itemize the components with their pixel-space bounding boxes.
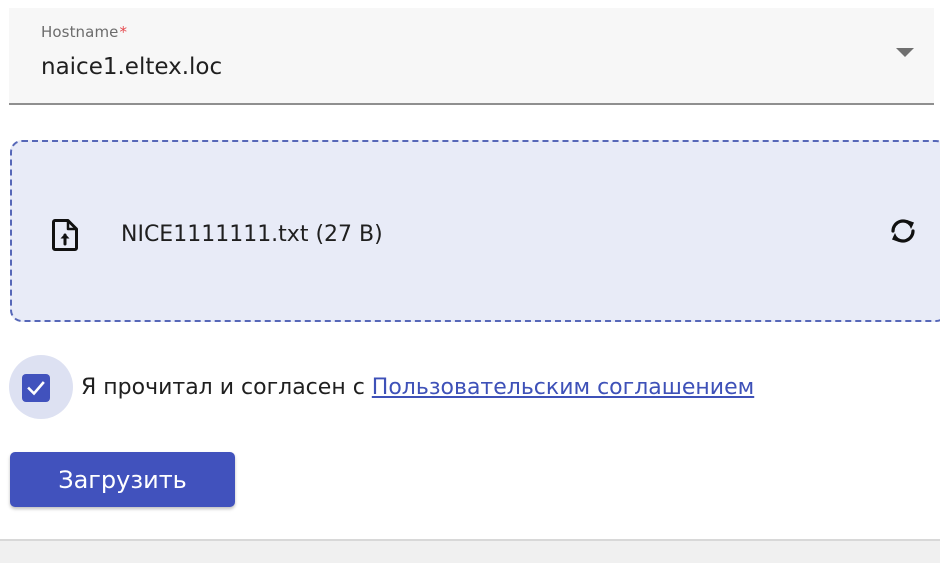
hostname-value: naice1.eltex.loc: [41, 54, 223, 80]
upload-form: Hostname* naice1.eltex.loc NICE1111111.t…: [0, 0, 940, 563]
dropdown-arrow-icon[interactable]: [896, 48, 914, 57]
check-icon: [27, 381, 45, 396]
file-upload-icon: [52, 219, 78, 251]
file-dropzone[interactable]: NICE1111111.txt (27 B): [10, 140, 940, 322]
hostname-select[interactable]: Hostname* naice1.eltex.loc: [9, 8, 934, 105]
uploaded-file-name: NICE1111111.txt (27 B): [121, 222, 383, 247]
required-mark: *: [119, 23, 128, 41]
upload-button[interactable]: Загрузить: [10, 452, 235, 507]
agreement-label: Я прочитал и согласен с Пользовательским…: [81, 375, 754, 400]
agreement-checkbox[interactable]: [22, 374, 50, 402]
agreement-text: Я прочитал и согласен с: [81, 375, 365, 400]
user-agreement-link[interactable]: Пользовательским соглашением: [372, 375, 754, 400]
hostname-label: Hostname*: [41, 23, 127, 41]
hostname-label-text: Hostname: [41, 23, 119, 41]
footer-divider: [0, 539, 940, 563]
refresh-icon[interactable]: [886, 214, 920, 248]
